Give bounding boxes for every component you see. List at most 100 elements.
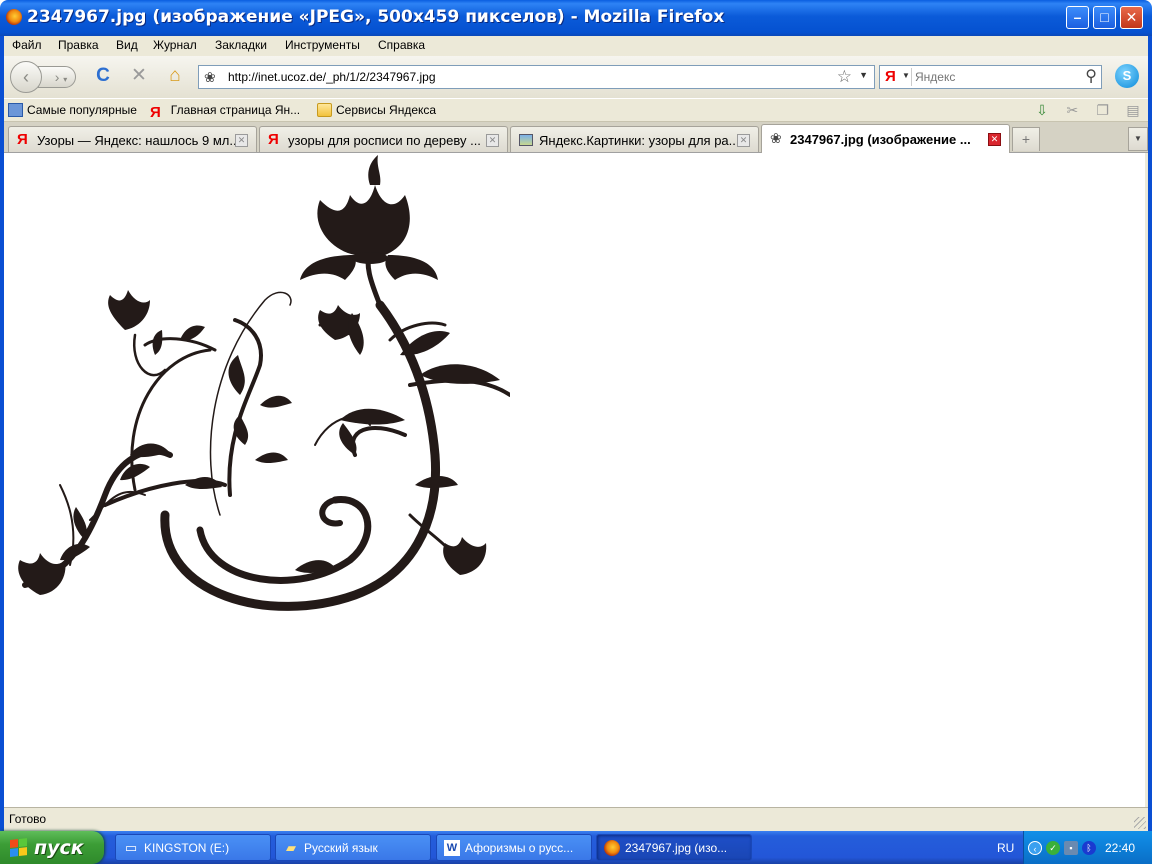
maximize-button[interactable]: □ — [1093, 6, 1116, 29]
menu-bookmarks[interactable]: Закладки — [215, 38, 267, 52]
tab-close-icon[interactable]: ✕ — [737, 134, 750, 147]
bookmark-item-yandex-home[interactable]: Я Главная страница Ян... — [150, 103, 301, 121]
forward-icon: › — [54, 69, 60, 85]
url-history-dropdown-icon[interactable]: ▼ — [859, 70, 868, 80]
bookmarks-right-tools: ⇩ ✂ ❐ ▤ — [1024, 102, 1142, 119]
favicon-icon: ❀ — [770, 130, 782, 146]
tab-label: Узоры — Яндекс: нашлось 9 мл... — [37, 133, 241, 148]
stop-button[interactable]: ✕ — [128, 65, 150, 87]
drive-icon: ▭ — [124, 840, 138, 855]
search-engine-dropdown-icon[interactable]: ▼ — [902, 71, 910, 80]
title-bar[interactable]: 2347967.jpg (изображение «JPEG», 500x459… — [0, 0, 1152, 36]
menu-file[interactable]: Файл — [12, 38, 42, 52]
site-favicon-icon: ❀ — [204, 69, 216, 85]
tab-label: Яндекс.Картинки: узоры для ра... — [539, 133, 740, 148]
back-icon: ‹ — [23, 67, 29, 87]
maximize-icon: □ — [1100, 9, 1109, 25]
url-text[interactable]: http://inet.ucoz.de/_ph/1/2/2347967.jpg — [228, 70, 436, 84]
windows-logo-icon — [10, 838, 28, 858]
network-icon[interactable]: ▪ — [1064, 841, 1078, 855]
yandex-icon: Я — [17, 131, 28, 148]
new-tab-button[interactable]: + — [1012, 127, 1040, 151]
floral-ornament-image — [18, 155, 510, 611]
menu-tools[interactable]: Инструменты — [285, 38, 360, 52]
menu-edit[interactable]: Правка — [58, 38, 99, 52]
cut-icon[interactable]: ✂ — [1063, 102, 1081, 119]
tray-expand-icon[interactable]: ‹ — [1028, 841, 1042, 855]
menu-view[interactable]: Вид — [116, 38, 138, 52]
taskbar-button-firefox[interactable]: 2347967.jpg (изо... — [596, 834, 752, 861]
firefox-icon — [6, 9, 22, 25]
taskbar-button-russian[interactable]: ▰ Русский язык — [275, 834, 431, 861]
forward-button[interactable]: › ▾ — [38, 66, 76, 88]
minimize-icon: – — [1073, 9, 1082, 25]
tab-label: 2347967.jpg (изображение ... — [790, 132, 971, 147]
close-button[interactable]: ✕ — [1120, 6, 1143, 29]
word-doc-icon: W — [444, 840, 460, 856]
home-button[interactable]: ⌂ — [164, 65, 186, 87]
tab-list-button[interactable]: ▼ — [1128, 127, 1148, 151]
yandex-icon: Я — [268, 131, 279, 148]
clock: 22:40 — [1105, 841, 1136, 855]
tab-wood-painting[interactable]: Я узоры для росписи по дереву ... ✕ — [259, 126, 508, 152]
bluetooth-icon[interactable]: ᛒ — [1082, 841, 1096, 855]
bookmark-label: Сервисы Яндекса — [336, 103, 437, 117]
language-indicator[interactable]: RU — [997, 841, 1014, 855]
bookmark-star-icon[interactable]: ☆ — [837, 67, 852, 87]
navigation-toolbar: › ▾ ‹ C ✕ ⌂ ❀ http://inet.ucoz.de/_ph/1/… — [4, 56, 1148, 98]
status-text: Готово — [9, 812, 47, 826]
start-button[interactable]: пуск — [0, 831, 104, 864]
tab-close-icon[interactable]: ✕ — [486, 134, 499, 147]
minimize-button[interactable]: – — [1066, 6, 1089, 29]
copy-icon[interactable]: ❐ — [1094, 102, 1112, 119]
search-separator — [911, 68, 912, 86]
tab-yandex-images[interactable]: Яндекс.Картинки: узоры для ра... ✕ — [510, 126, 759, 152]
reload-button[interactable]: C — [92, 65, 114, 87]
taskbar: пуск ▭ KINGSTON (E:) ▰ Русский язык W Аф… — [0, 831, 1152, 864]
page-content — [4, 153, 1145, 807]
plus-icon: + — [1021, 131, 1031, 147]
shield-icon[interactable]: ✓ — [1046, 841, 1060, 855]
status-bar: Готово — [4, 807, 1148, 831]
resize-grip-icon[interactable] — [1134, 817, 1146, 829]
tab-close-icon[interactable]: ✕ — [988, 133, 1001, 146]
taskbar-button-label: KINGSTON (E:) — [144, 841, 230, 855]
menu-history[interactable]: Журнал — [153, 38, 197, 52]
tab-close-icon[interactable]: ✕ — [235, 134, 248, 147]
taskbar-button-label: 2347967.jpg (изо... — [625, 841, 728, 855]
image-icon — [519, 134, 533, 146]
menu-bar: Файл Правка Вид Журнал Закладки Инструме… — [4, 36, 1148, 56]
taskbar-button-label: Русский язык — [304, 841, 378, 855]
bookmark-item-yandex-services[interactable]: Сервисы Яндекса — [317, 103, 436, 117]
bookmark-item-popular[interactable]: Самые популярные — [8, 103, 137, 117]
search-magnifier-icon[interactable]: ⚲ — [1085, 66, 1097, 86]
taskbar-button-aphorisms[interactable]: W Афоризмы о русс... — [436, 834, 592, 861]
tab-bar: Я Узоры — Яндекс: нашлось 9 мл... ✕ Я уз… — [4, 122, 1148, 153]
folder-icon: ▰ — [286, 840, 296, 855]
address-bar[interactable]: ❀ http://inet.ucoz.de/_ph/1/2/2347967.jp… — [198, 65, 875, 89]
content-edge — [1145, 153, 1148, 807]
menu-help[interactable]: Справка — [378, 38, 425, 52]
tab-current-image[interactable]: ❀ 2347967.jpg (изображение ... ✕ — [761, 124, 1010, 153]
firefox-icon — [604, 840, 620, 856]
taskbar-button-kingston[interactable]: ▭ KINGSTON (E:) — [115, 834, 271, 861]
close-icon: ✕ — [1125, 9, 1138, 25]
search-engine-yandex-icon[interactable]: Я — [885, 68, 896, 85]
chevron-down-icon: ▼ — [1134, 134, 1142, 143]
search-input[interactable] — [915, 69, 1075, 85]
bookmarks-toolbar: Самые популярные Я Главная страница Ян...… — [4, 98, 1148, 122]
search-bar[interactable]: Я ▼ ⚲ — [879, 65, 1102, 89]
stop-icon: ✕ — [131, 65, 147, 86]
window-title: 2347967.jpg (изображение «JPEG», 500x459… — [27, 7, 725, 27]
skype-icon[interactable]: S — [1115, 64, 1139, 88]
download-icon[interactable]: ⇩ — [1033, 102, 1051, 119]
back-button[interactable]: ‹ — [10, 61, 42, 93]
bookmark-label: Самые популярные — [27, 103, 137, 117]
start-label: пуск — [34, 837, 84, 859]
folder-icon — [317, 103, 332, 117]
paste-icon[interactable]: ▤ — [1124, 102, 1142, 119]
bookmark-label: Главная страница Ян... — [170, 103, 301, 117]
tab-yandex-search[interactable]: Я Узоры — Яндекс: нашлось 9 мл... ✕ — [8, 126, 257, 152]
yandex-icon: Я — [150, 104, 161, 121]
back-forward-group: › ▾ ‹ — [10, 61, 86, 93]
